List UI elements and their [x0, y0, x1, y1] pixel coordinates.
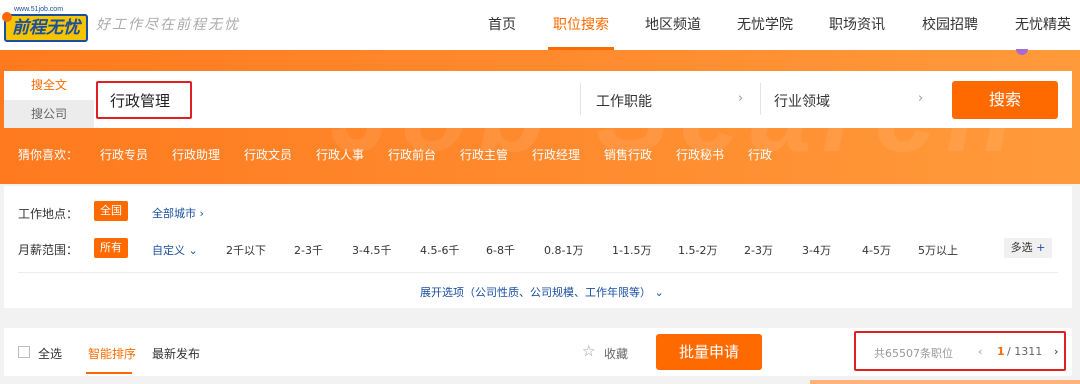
select-all-label[interactable]: 全选: [38, 345, 62, 362]
industry-select[interactable]: 行业领域: [774, 91, 830, 111]
batch-apply-button[interactable]: 批量申请: [656, 334, 762, 370]
salary-option[interactable]: 0.8-1万: [544, 242, 583, 258]
slogan: 好工作尽在前程无忧: [96, 17, 240, 33]
top-nav-bar: www.51job.com 前程无忧 好工作尽在前程无忧 首页 职位搜索 地区频…: [0, 0, 1080, 50]
current-page: 1: [997, 345, 1005, 358]
salary-option[interactable]: 6-8千: [486, 242, 515, 258]
guess-item[interactable]: 行政助理: [172, 146, 220, 163]
salary-option[interactable]: 2千以下: [226, 242, 266, 258]
salary-label: 月薪范围：: [18, 243, 79, 257]
chevron-right-icon: ›: [199, 207, 204, 220]
chevron-right-icon: ›: [918, 91, 924, 106]
custom-salary-label: 自定义: [152, 244, 185, 257]
filter-panel: 工作地点： 全国 全部城市 › 月薪范围： 所有 自定义 ⌄ 2千以下 2-3千…: [4, 186, 1072, 308]
guess-item[interactable]: 行政专员: [100, 146, 148, 163]
nav-career-news[interactable]: 职场资讯: [826, 0, 888, 50]
prev-page-icon[interactable]: ‹: [978, 345, 982, 358]
location-chip-selected[interactable]: 全国: [94, 201, 128, 221]
guess-item[interactable]: 行政人事: [316, 146, 364, 163]
guess-item[interactable]: 行政主管: [460, 146, 508, 163]
salary-option[interactable]: 5万以上: [918, 242, 958, 258]
active-sort-indicator: [86, 372, 132, 374]
nav-home[interactable]: 首页: [484, 0, 520, 50]
star-icon[interactable]: ☆: [582, 342, 595, 360]
decorative-strip: [810, 380, 1080, 384]
expand-options-label: 展开选项（公司性质、公司规模、工作年限等）: [420, 286, 651, 299]
salary-option[interactable]: 3-4.5千: [352, 242, 391, 258]
tab-search-fulltext[interactable]: 搜全文: [4, 71, 94, 100]
sort-smart[interactable]: 智能排序: [88, 345, 136, 362]
salary-option[interactable]: 3-4万: [802, 242, 831, 258]
select-all-checkbox[interactable]: [18, 346, 30, 358]
logo-pin-icon: [2, 12, 12, 22]
salary-option[interactable]: 4-5万: [862, 242, 891, 258]
plus-icon: +: [1036, 241, 1046, 254]
job-function-select[interactable]: 工作职能: [596, 91, 652, 111]
custom-salary-dropdown[interactable]: 自定义 ⌄: [152, 242, 198, 258]
chevron-right-icon: ›: [738, 91, 744, 106]
nav-elite[interactable]: 无忧精英: [1012, 0, 1074, 50]
nav-region-channel[interactable]: 地区频道: [642, 0, 704, 50]
guess-item[interactable]: 行政秘书: [676, 146, 724, 163]
nav-campus-recruiting[interactable]: 校园招聘: [919, 0, 981, 50]
salary-option[interactable]: 2-3千: [294, 242, 323, 258]
search-button[interactable]: 搜索: [952, 81, 1058, 119]
keyword-input[interactable]: 行政管理: [110, 90, 170, 111]
divider: [580, 83, 581, 115]
salary-option[interactable]: 2-3万: [744, 242, 773, 258]
total-jobs-count: 共65507条职位: [874, 347, 953, 360]
multi-select-label: 多选: [1010, 241, 1033, 254]
nav-job-search[interactable]: 职位搜索: [548, 0, 614, 50]
multi-select-button[interactable]: 多选 +: [1004, 238, 1052, 258]
search-panel: 搜全文 搜公司 行政管理 工作职能 › 行业领域 › 搜索: [4, 71, 1072, 128]
location-label: 工作地点：: [18, 207, 79, 221]
favorite-label[interactable]: 收藏: [604, 345, 628, 362]
chevron-down-icon: ⌄: [188, 244, 198, 257]
guess-item[interactable]: 销售行政: [604, 146, 652, 163]
divider: [18, 272, 1058, 273]
tab-search-company[interactable]: 搜公司: [4, 100, 94, 128]
guess-label: 猜你喜欢：: [18, 148, 79, 162]
logo-url-text: www.51job.com: [14, 6, 64, 13]
nav-academy[interactable]: 无忧学院: [734, 0, 796, 50]
site-logo[interactable]: www.51job.com 前程无忧: [2, 6, 88, 44]
next-page-icon[interactable]: ›: [1054, 345, 1058, 358]
total-pages: / 1311: [1007, 345, 1043, 358]
guess-item[interactable]: 行政: [748, 146, 772, 163]
sort-latest[interactable]: 最新发布: [152, 345, 200, 362]
all-cities-label: 全部城市: [152, 207, 196, 220]
logo-wordmark: 前程无忧: [4, 14, 88, 42]
guess-item[interactable]: 行政文员: [244, 146, 292, 163]
chevron-down-icon: ⌄: [654, 286, 664, 299]
guess-item[interactable]: 行政前台: [388, 146, 436, 163]
expand-options-link[interactable]: 展开选项（公司性质、公司规模、工作年限等） ⌄: [420, 284, 664, 300]
salary-chip-selected[interactable]: 所有: [94, 238, 128, 258]
salary-option[interactable]: 1-1.5万: [612, 242, 651, 258]
salary-option[interactable]: 4.5-6千: [420, 242, 459, 258]
salary-option[interactable]: 1.5-2万: [678, 242, 717, 258]
all-cities-link[interactable]: 全部城市 ›: [152, 205, 204, 221]
divider: [760, 83, 761, 115]
results-toolbar: 全选 智能排序 最新发布 ☆ 收藏 批量申请 共65507条职位 ‹ 1 / 1…: [4, 328, 1072, 376]
guess-item[interactable]: 行政经理: [532, 146, 580, 163]
